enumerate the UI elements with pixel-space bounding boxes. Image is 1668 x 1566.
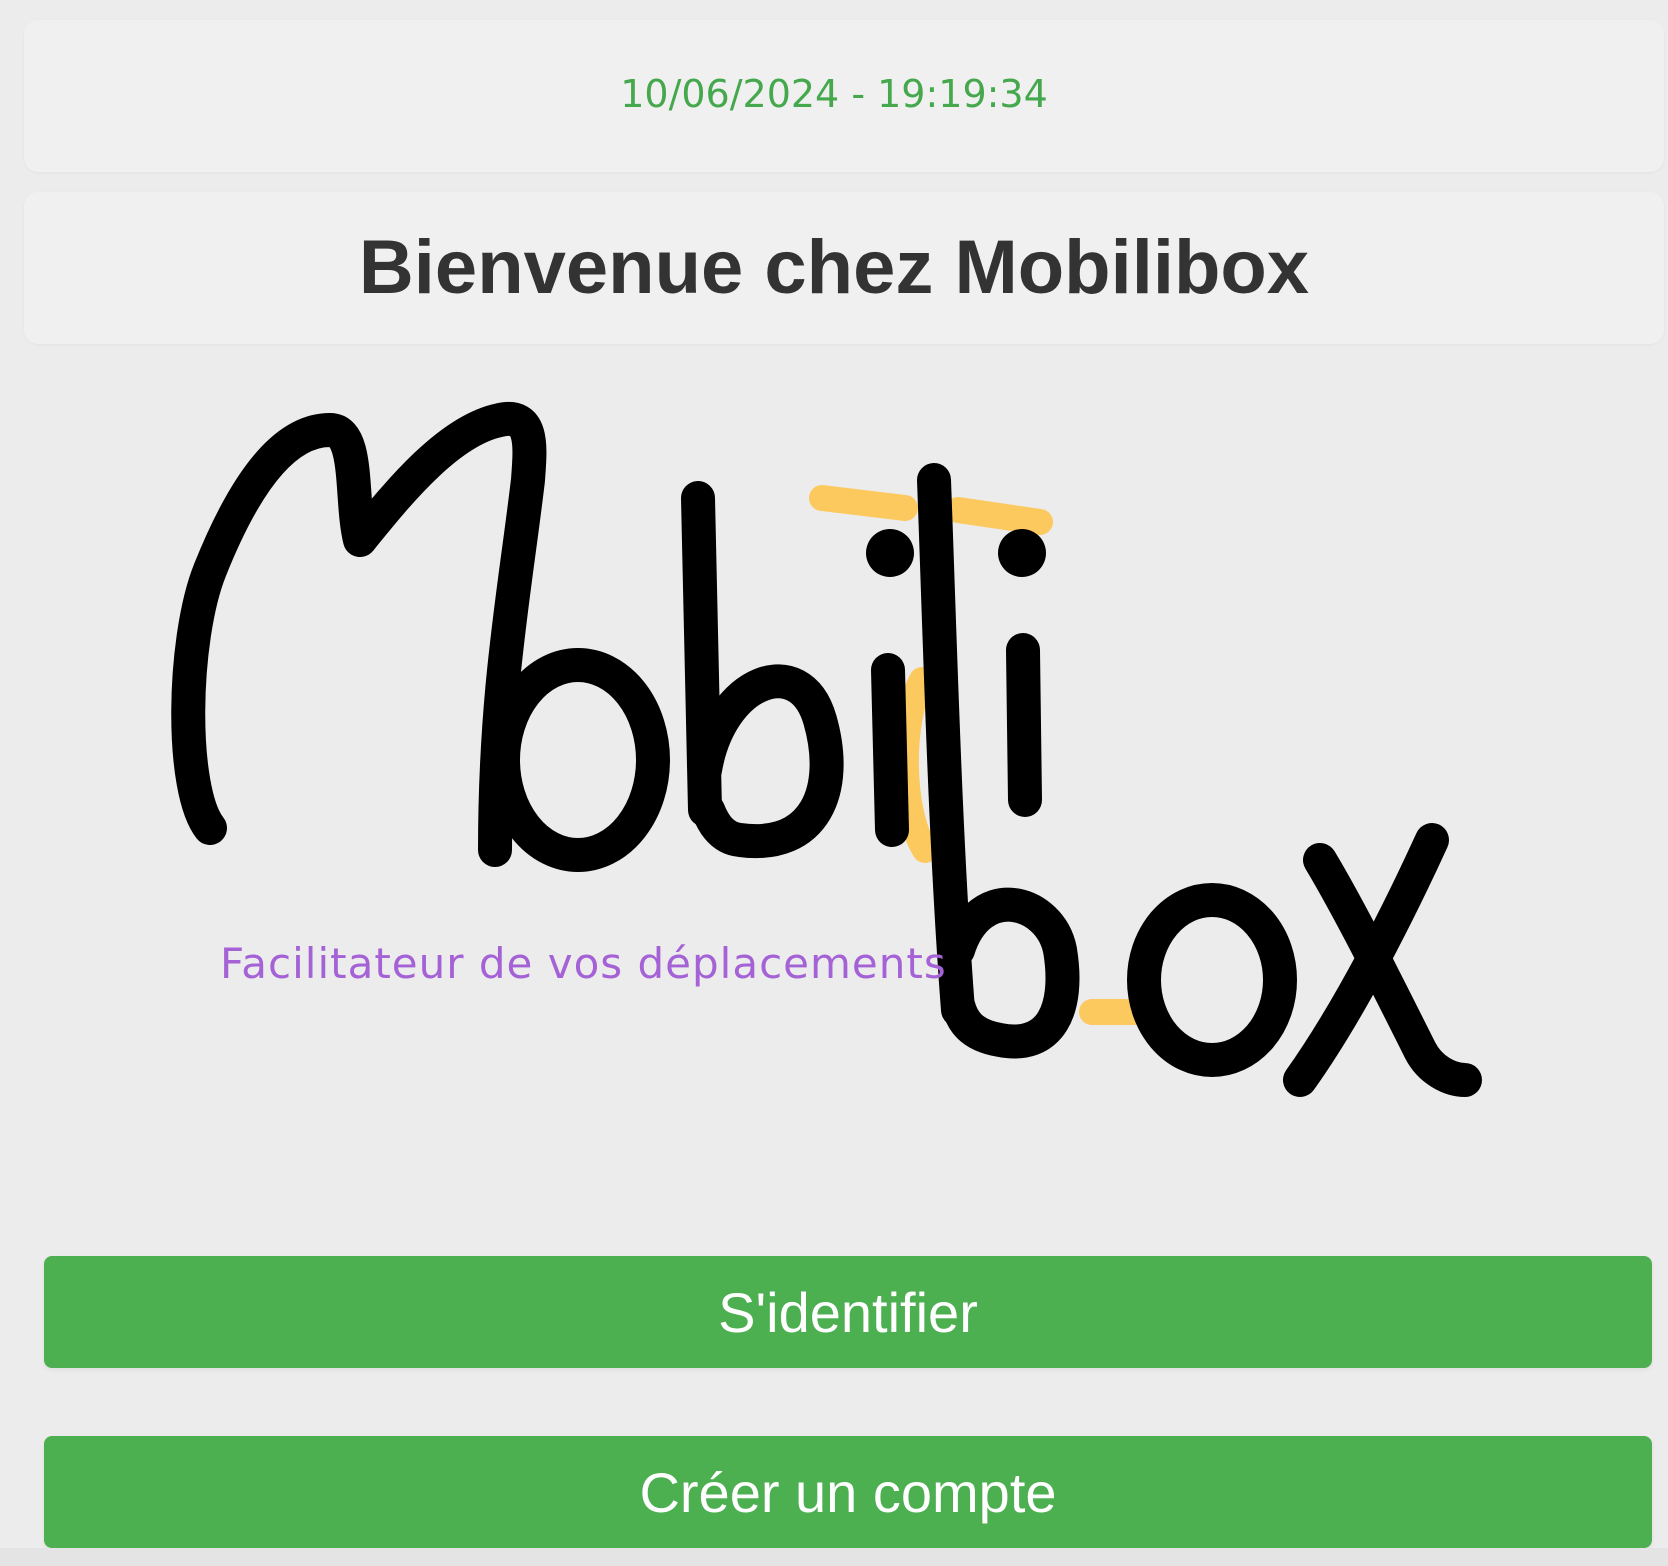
bottom-edge (0, 1548, 1668, 1566)
create-account-button[interactable]: Créer un compte (44, 1436, 1652, 1548)
login-button[interactable]: S'identifier (44, 1256, 1652, 1368)
page-title: Bienvenue chez Mobilibox (358, 225, 1310, 310)
mobilibox-logo (150, 390, 1530, 1170)
datetime-label: 10/06/2024 - 19:19:34 (620, 72, 1048, 116)
logo-tagline: Facilitateur de vos déplacements (220, 939, 947, 988)
